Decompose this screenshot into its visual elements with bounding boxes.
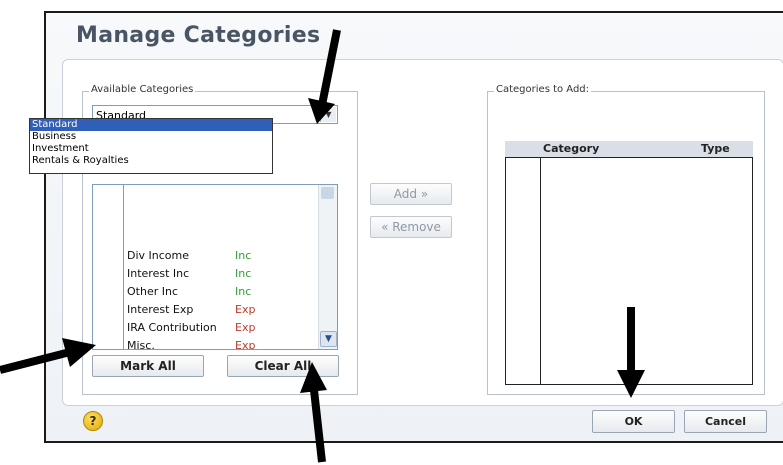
annotation-arrows (0, 29, 645, 463)
arrow-to-dropdown (308, 29, 341, 124)
arrow-to-clear-all (300, 362, 327, 463)
arrow-to-ok (617, 307, 645, 398)
arrow-to-mark-all (0, 338, 96, 374)
